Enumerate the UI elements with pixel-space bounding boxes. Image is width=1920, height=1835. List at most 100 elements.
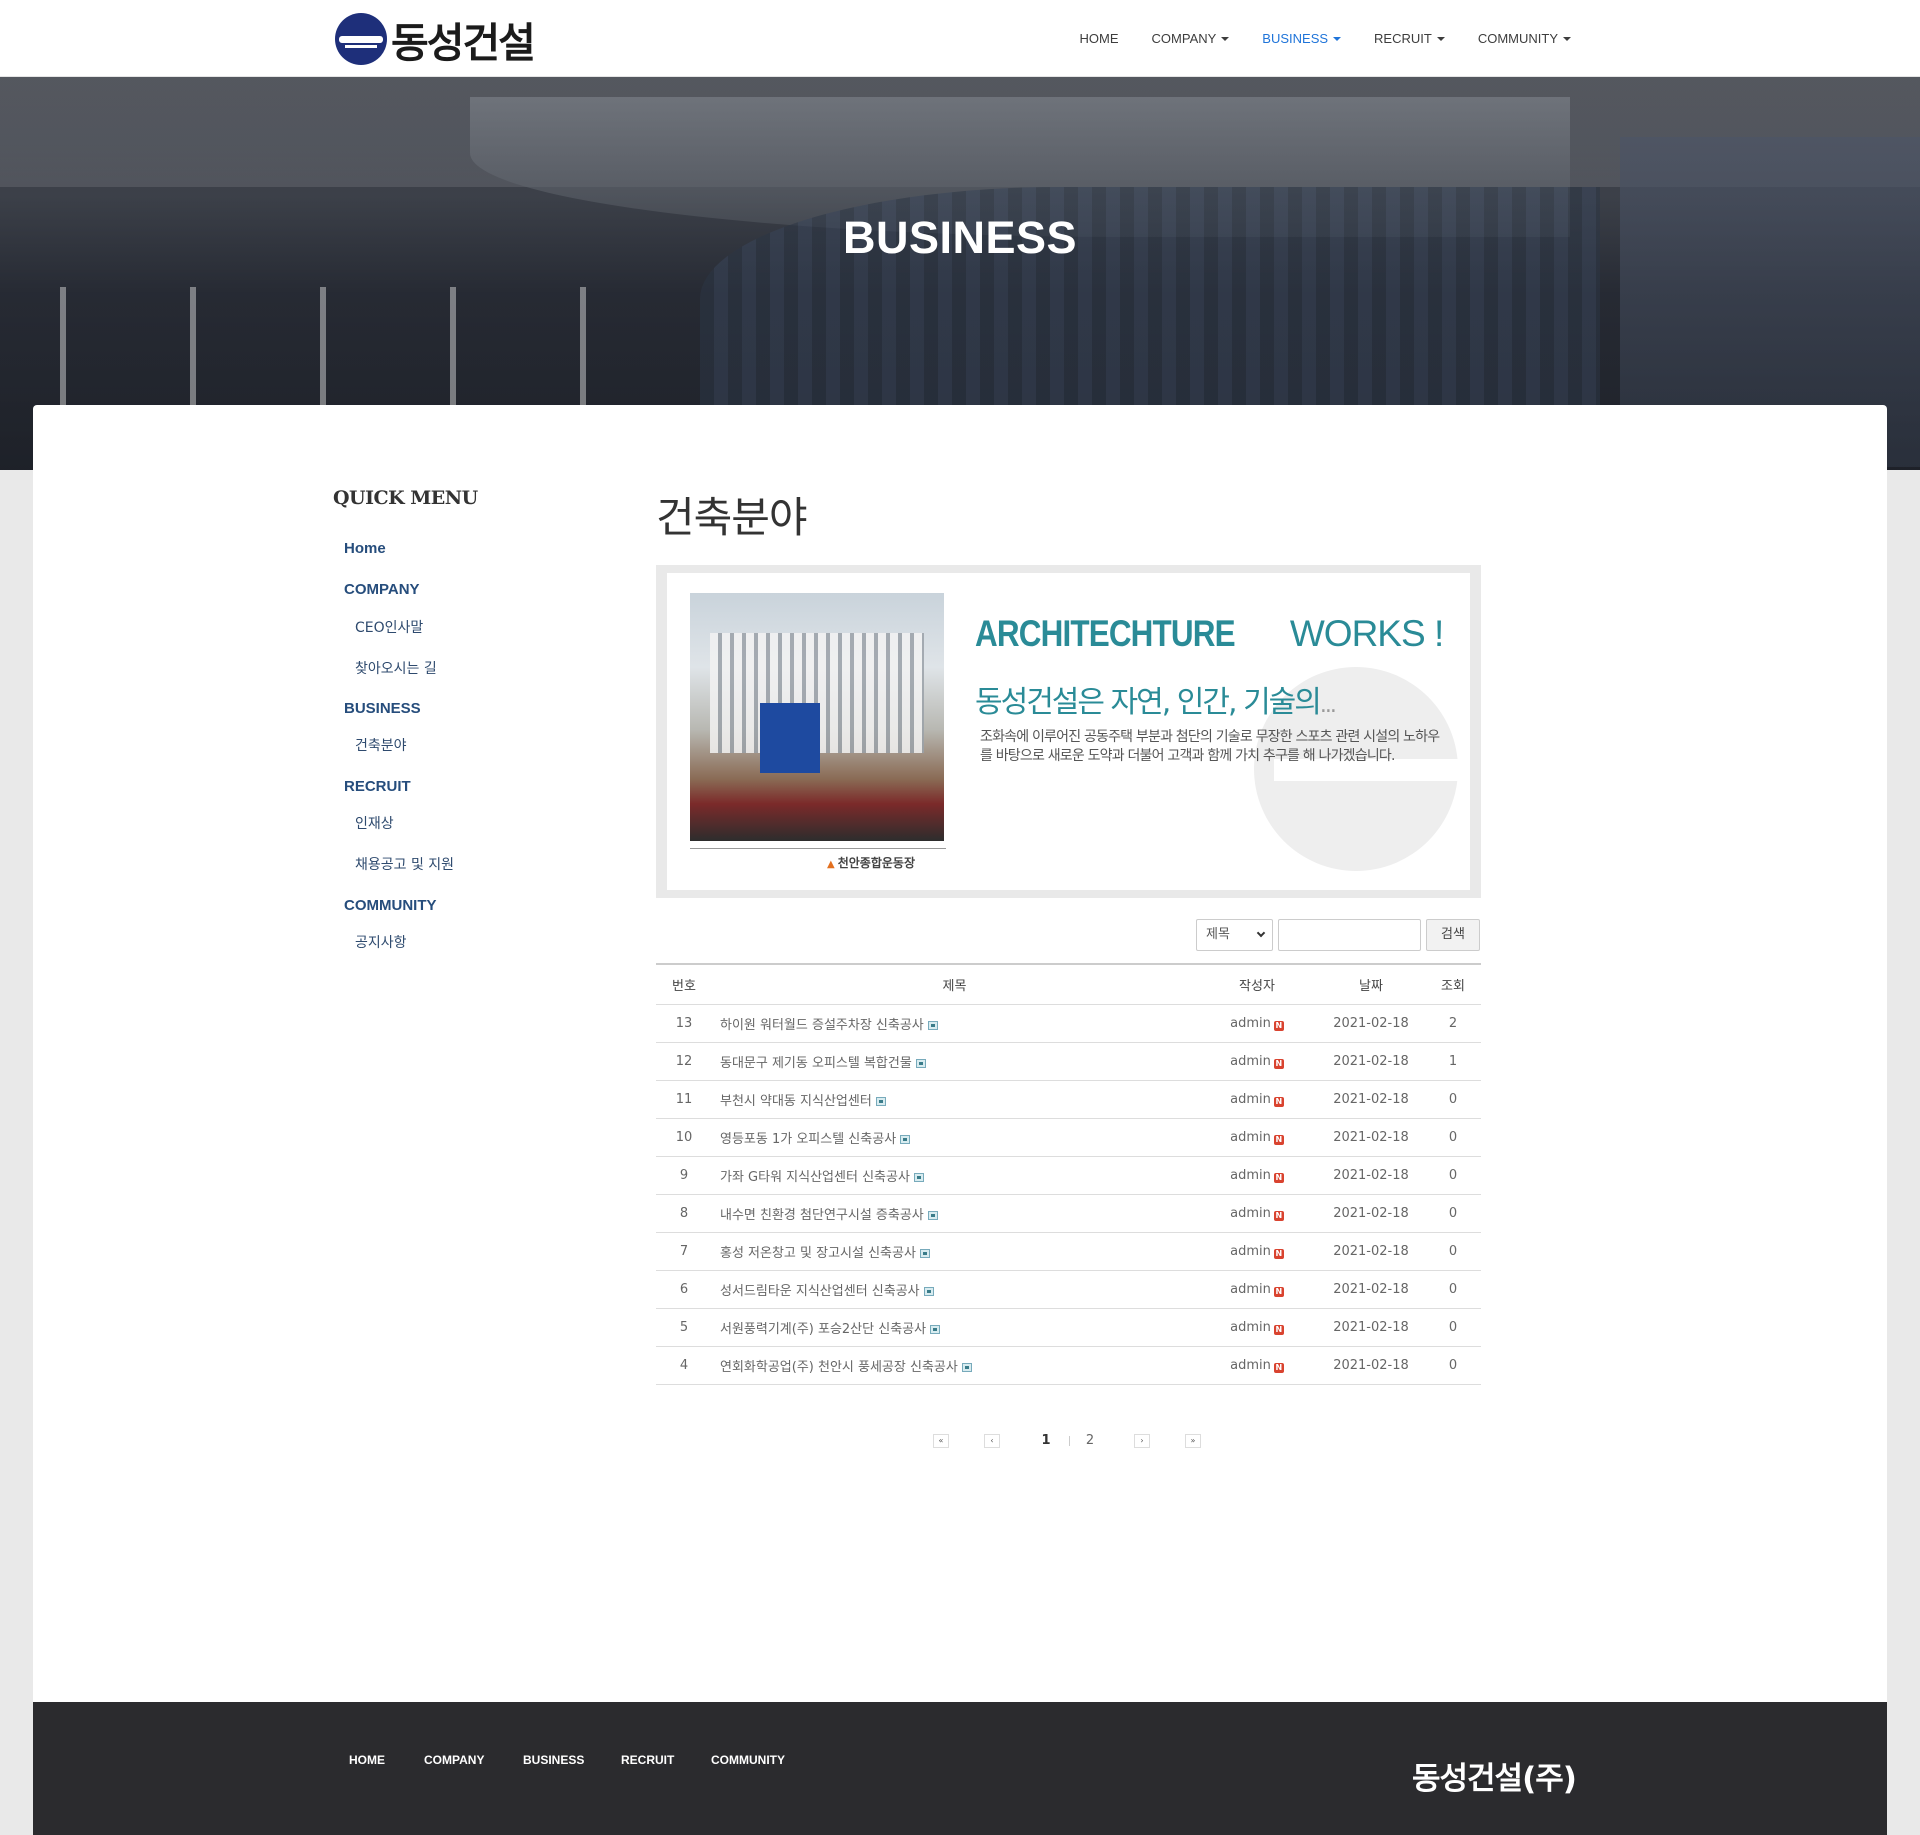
- quick-menu-home[interactable]: Home: [344, 540, 386, 557]
- footer-link-community[interactable]: COMMUNITY: [711, 1753, 785, 1767]
- banner-headline-b: WORKS !: [1280, 613, 1444, 654]
- nav-company[interactable]: COMPANY: [1152, 31, 1230, 46]
- footer-link-business[interactable]: BUSINESS: [523, 1753, 584, 1767]
- row-date: 2021-02-18: [1317, 1194, 1425, 1233]
- row-title-link[interactable]: 하이원 워터월드 증설주차장 신축공사: [720, 1018, 924, 1033]
- row-author[interactable]: admin: [1230, 1358, 1271, 1373]
- banner-headline: ARCHITECHTURE WORKS !: [975, 613, 1444, 655]
- hero-title: BUSINESS: [842, 212, 1078, 263]
- search-button[interactable]: 검색: [1426, 919, 1480, 951]
- row-title-link[interactable]: 연회화학공업(주) 천안시 풍세공장 신축공사: [720, 1360, 958, 1375]
- row-author-cell: admin N: [1197, 1118, 1317, 1157]
- quick-menu-architecture[interactable]: 건축분야: [355, 735, 407, 755]
- footer-link-recruit[interactable]: RECRUIT: [621, 1753, 674, 1767]
- new-badge-icon: N: [1273, 1324, 1284, 1335]
- banner-subhead-text: 동성건설은 자연, 인간, 기술의: [975, 685, 1322, 720]
- quick-menu-recruit[interactable]: RECRUIT: [344, 778, 411, 795]
- row-title-cell[interactable]: 하이원 워터월드 증설주차장 신축공사: [712, 1004, 1197, 1043]
- quick-menu-business[interactable]: BUSINESS: [344, 700, 421, 717]
- row-date: 2021-02-18: [1317, 1232, 1425, 1271]
- row-number: 12: [656, 1042, 712, 1081]
- row-author[interactable]: admin: [1230, 1168, 1271, 1183]
- row-number: 7: [656, 1232, 712, 1271]
- image-attachment-icon: [961, 1362, 972, 1372]
- row-title-link[interactable]: 부천시 약대동 지식산업센터: [720, 1094, 872, 1109]
- row-number: 11: [656, 1080, 712, 1119]
- footer-link-company[interactable]: COMPANY: [424, 1753, 484, 1767]
- quick-menu-ceo[interactable]: CEO인사말: [355, 617, 423, 637]
- row-date: 2021-02-18: [1317, 1042, 1425, 1081]
- row-author[interactable]: admin: [1230, 1092, 1271, 1107]
- quick-menu-community[interactable]: COMMUNITY: [344, 897, 437, 914]
- table-row: 10 영등포동 1가 오피스텔 신축공사 admin N 2021-02-18 0: [656, 1118, 1481, 1157]
- nav-business[interactable]: BUSINESS: [1262, 31, 1342, 46]
- row-title-link[interactable]: 홍성 저온창고 및 장고시설 신축공사: [720, 1246, 916, 1261]
- banner-headline-a: ARCHITECHTURE: [975, 613, 1236, 654]
- image-attachment-icon: [875, 1096, 886, 1106]
- row-title-link[interactable]: 서원풍력기계(주) 포승2산단 신축공사: [720, 1322, 926, 1337]
- quick-menu-jobs[interactable]: 채용공고 및 지원: [355, 854, 454, 874]
- search-input[interactable]: [1278, 919, 1421, 951]
- footer-link-home[interactable]: HOME: [349, 1753, 385, 1767]
- page-prev-button[interactable]: ‹: [984, 1434, 1000, 1448]
- quick-menu-title: QUICK MENU: [333, 487, 478, 509]
- row-title-cell[interactable]: 가좌 G타워 지식산업센터 신축공사: [712, 1156, 1197, 1195]
- page-number-2[interactable]: 2: [1082, 1429, 1098, 1453]
- table-row: 8 내수면 친환경 첨단연구시설 증축공사 admin N 2021-02-18 …: [656, 1194, 1481, 1233]
- quick-menu-company[interactable]: COMPANY: [344, 581, 420, 598]
- row-title-cell[interactable]: 성서드림타운 지식산업센터 신축공사: [712, 1270, 1197, 1309]
- table-row: 7 홍성 저온창고 및 장고시설 신축공사 admin N 2021-02-18 …: [656, 1232, 1481, 1271]
- nav-recruit[interactable]: RECRUIT: [1374, 31, 1445, 46]
- table-row: 12 동대문구 제기동 오피스텔 복합건물 admin N 2021-02-18 …: [656, 1042, 1481, 1081]
- quick-menu-talent[interactable]: 인재상: [355, 813, 394, 833]
- row-title-cell[interactable]: 부천시 약대동 지식산업센터: [712, 1080, 1197, 1119]
- new-badge-icon: N: [1273, 1286, 1284, 1297]
- row-date: 2021-02-18: [1317, 1270, 1425, 1309]
- quick-menu-directions[interactable]: 찾아오시는 길: [355, 658, 437, 678]
- caret-down-icon: [1436, 36, 1445, 41]
- page-number-1[interactable]: 1: [1038, 1429, 1054, 1453]
- banner-body: 조화속에 이루어진 공동주택 부분과 첨단의 기술로 무장한 스포츠 관련 시설…: [980, 729, 1440, 764]
- table-row: 6 성서드림타운 지식산업센터 신축공사 admin N 2021-02-18 0: [656, 1270, 1481, 1309]
- row-author[interactable]: admin: [1230, 1244, 1271, 1259]
- table-row: 11 부천시 약대동 지식산업센터 admin N 2021-02-18 0: [656, 1080, 1481, 1119]
- page-first-button[interactable]: «: [933, 1434, 949, 1448]
- page-next-button[interactable]: ›: [1134, 1434, 1150, 1448]
- row-author[interactable]: admin: [1230, 1054, 1271, 1069]
- row-date: 2021-02-18: [1317, 1118, 1425, 1157]
- search-field-select[interactable]: 제목: [1196, 919, 1273, 951]
- nav-company-label: COMPANY: [1151, 31, 1217, 46]
- nav-home[interactable]: HOME: [1080, 31, 1119, 46]
- row-title-cell[interactable]: 홍성 저온창고 및 장고시설 신축공사: [712, 1232, 1197, 1271]
- row-author[interactable]: admin: [1230, 1320, 1271, 1335]
- row-number: 6: [656, 1270, 712, 1309]
- row-title-link[interactable]: 동대문구 제기동 오피스텔 복합건물: [720, 1056, 912, 1071]
- nav-community[interactable]: COMMUNITY: [1478, 31, 1571, 46]
- header-author[interactable]: 작성자: [1197, 963, 1317, 1005]
- header-views[interactable]: 조회: [1425, 963, 1481, 1005]
- table-row: 13 하이원 워터월드 증설주차장 신축공사 admin N 2021-02-18…: [656, 1004, 1481, 1043]
- pagination: « ‹ 1 2 › »: [930, 1429, 1210, 1453]
- row-author-cell: admin N: [1197, 1156, 1317, 1195]
- row-title-link[interactable]: 가좌 G타워 지식산업센터 신축공사: [720, 1170, 910, 1185]
- row-title-link[interactable]: 영등포동 1가 오피스텔 신축공사: [720, 1132, 896, 1147]
- header-title[interactable]: 제목: [712, 963, 1197, 1005]
- row-title-cell[interactable]: 영등포동 1가 오피스텔 신축공사: [712, 1118, 1197, 1157]
- row-title-cell[interactable]: 동대문구 제기동 오피스텔 복합건물: [712, 1042, 1197, 1081]
- row-title-cell[interactable]: 서원풍력기계(주) 포승2산단 신축공사: [712, 1308, 1197, 1347]
- caret-down-icon: [1563, 36, 1571, 41]
- header-date[interactable]: 날짜: [1317, 963, 1425, 1005]
- header-number[interactable]: 번호: [656, 963, 712, 1005]
- row-author[interactable]: admin: [1230, 1016, 1271, 1031]
- row-author[interactable]: admin: [1230, 1130, 1271, 1145]
- row-author[interactable]: admin: [1230, 1206, 1271, 1221]
- row-title-cell[interactable]: 연회화학공업(주) 천안시 풍세공장 신축공사: [712, 1346, 1197, 1385]
- page-last-button[interactable]: »: [1185, 1434, 1201, 1448]
- quick-menu-notice[interactable]: 공지사항: [355, 932, 407, 952]
- row-title-cell[interactable]: 내수면 친환경 첨단연구시설 증축공사: [712, 1194, 1197, 1233]
- new-badge-icon: N: [1273, 1210, 1284, 1221]
- row-title-link[interactable]: 성서드림타운 지식산업센터 신축공사: [720, 1284, 920, 1299]
- site-logo[interactable]: 동성건설: [335, 9, 536, 69]
- row-title-link[interactable]: 내수면 친환경 첨단연구시설 증축공사: [720, 1208, 924, 1223]
- row-author[interactable]: admin: [1230, 1282, 1271, 1297]
